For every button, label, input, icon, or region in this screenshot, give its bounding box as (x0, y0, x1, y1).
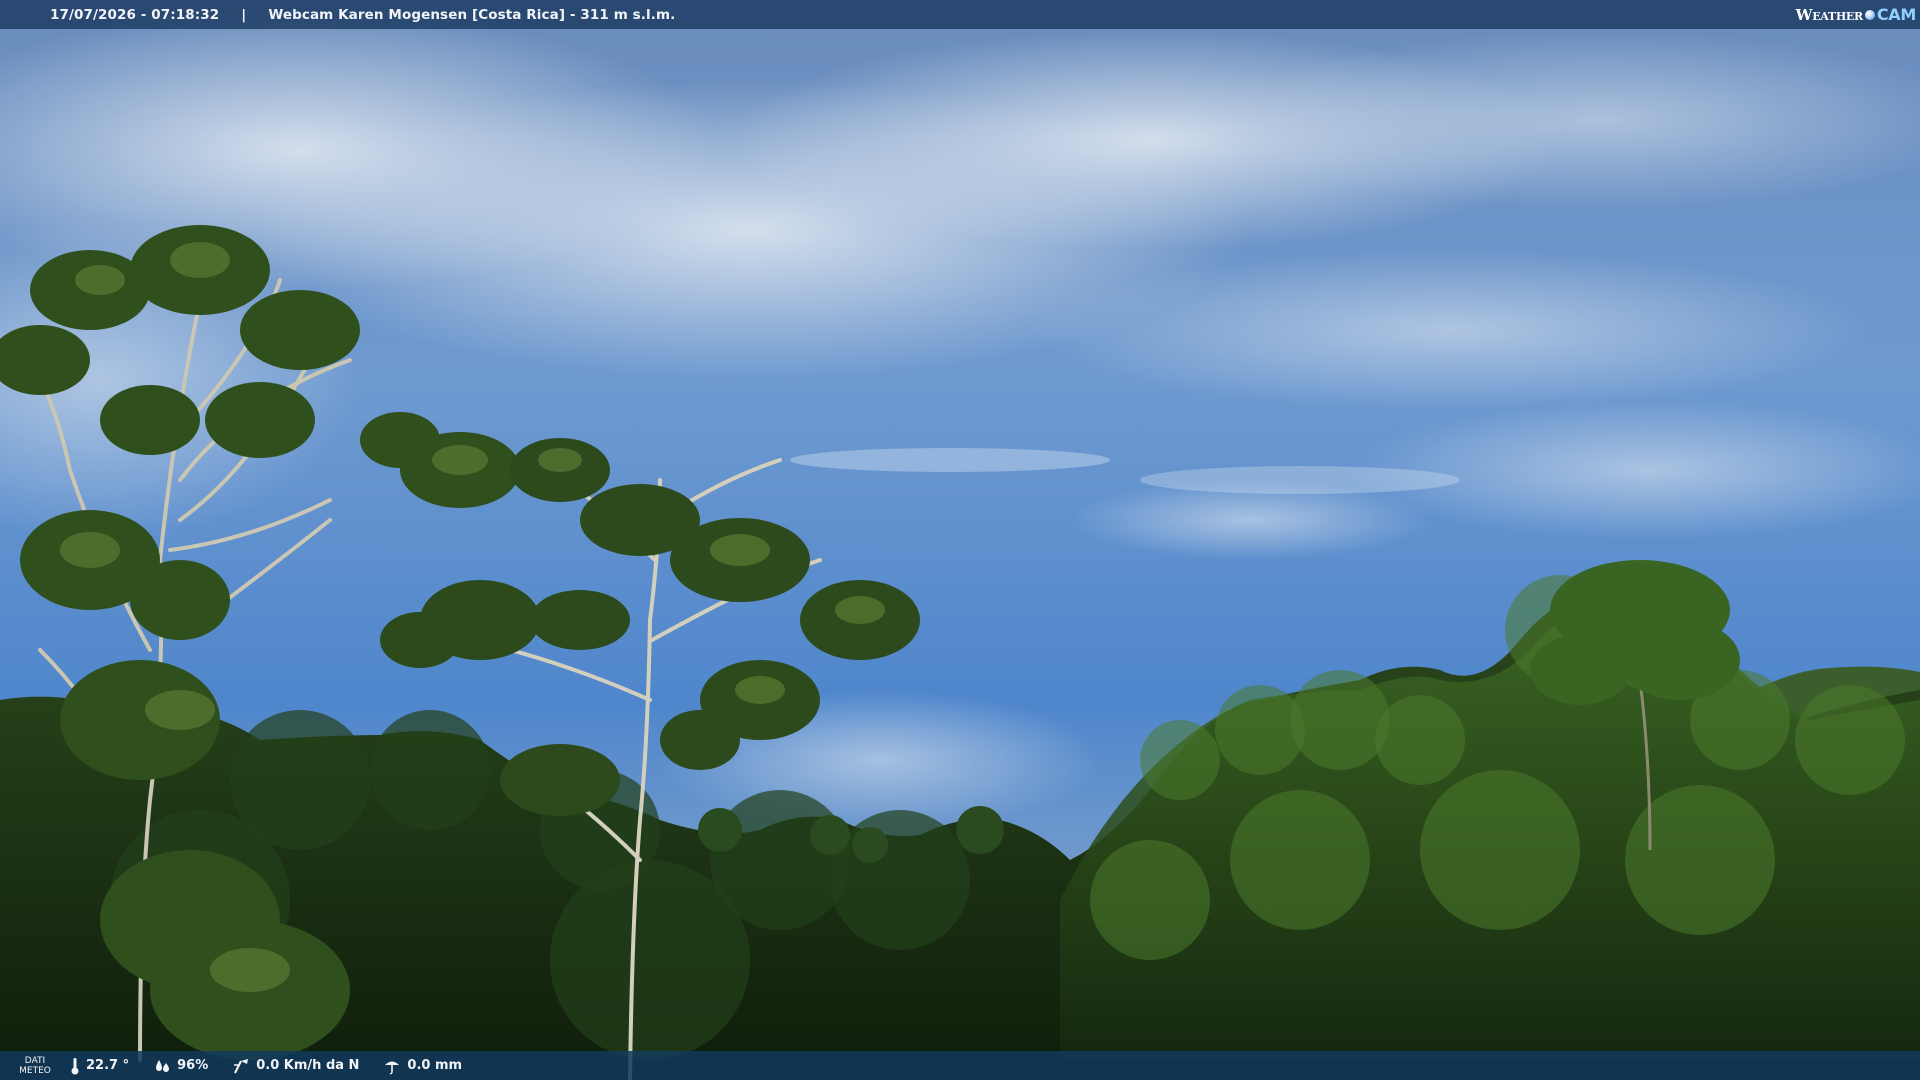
temperature-value: 22.7 ° (86, 1058, 130, 1073)
rain-stat: 0.0 mm (383, 1057, 462, 1075)
weather-data-bar: DATI METEO 22.7 ° 96% 0.0 Km/h da N 0.0 … (0, 1051, 1920, 1080)
top-info-bar: 17/07/2026 - 07:18:32 | Webcam Karen Mog… (0, 0, 1920, 29)
wind-icon (234, 1058, 249, 1073)
humidity-value: 96% (177, 1058, 209, 1073)
location-text: Webcam Karen Mogensen [Costa Rica] - 311… (268, 6, 676, 23)
logo-weather-text: Weather (1795, 5, 1863, 24)
humidity-icon (156, 1059, 170, 1072)
wind-value: 0.0 Km/h da N (256, 1058, 360, 1073)
temperature-stat: 22.7 ° (70, 1057, 129, 1075)
datetime-text: 17/07/2026 - 07:18:32 (50, 6, 220, 23)
header-separator: | (241, 6, 247, 23)
rain-value: 0.0 mm (407, 1058, 463, 1073)
meteo-label: DATI METEO (0, 1056, 70, 1076)
wind-stat: 0.0 Km/h da N (232, 1057, 359, 1075)
weathercam-logo[interactable]: Weather CAM (1795, 3, 1917, 26)
humidity-stat: 96% (153, 1058, 208, 1074)
thermometer-icon (71, 1057, 79, 1074)
meteo-label-line1: DATI (24, 1055, 46, 1066)
meteo-label-line2: METEO (19, 1065, 51, 1076)
logo-cam-text: CAM (1876, 5, 1916, 24)
webcam-image (0, 0, 1920, 1080)
logo-globe-icon (1864, 9, 1875, 20)
rain-icon (385, 1061, 400, 1074)
